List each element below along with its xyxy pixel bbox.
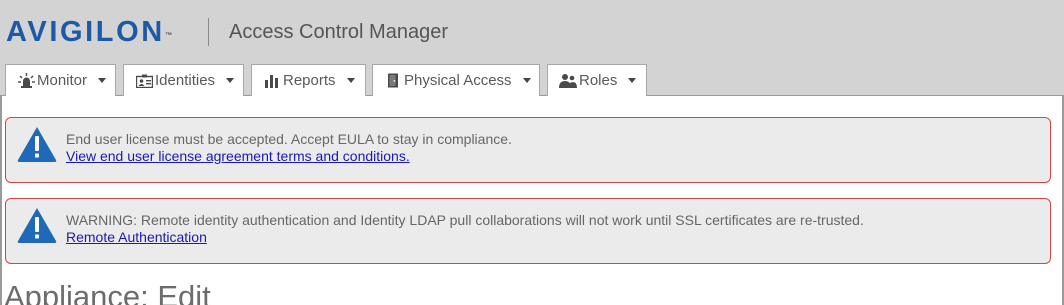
warning-triangle-icon <box>16 206 58 244</box>
eula-terms-link[interactable]: View end user license agreement terms an… <box>66 148 410 165</box>
chevron-down-icon <box>628 78 637 83</box>
nav-tab-roles[interactable]: Roles <box>547 64 647 96</box>
nav-tab-label: Identities <box>155 72 216 89</box>
alarm-light-icon <box>17 73 35 89</box>
warning-triangle-icon <box>16 125 58 163</box>
id-card-icon <box>135 73 153 89</box>
logo-text: AVIGILON <box>6 16 165 48</box>
chevron-down-icon <box>522 78 531 83</box>
page-title: Appliance: Edit <box>4 279 211 305</box>
chevron-down-icon <box>98 78 107 83</box>
eula-alert: End user license must be accepted. Accep… <box>5 117 1051 183</box>
nav-tab-label: Monitor <box>37 72 88 89</box>
nav-tab-monitor[interactable]: Monitor <box>5 64 116 96</box>
ssl-warning-alert: WARNING: Remote identity authentication … <box>5 198 1051 264</box>
chevron-down-icon <box>226 78 235 83</box>
alert-message: End user license must be accepted. Accep… <box>66 131 512 147</box>
nav-tab-reports[interactable]: Reports <box>251 64 366 96</box>
header-divider <box>208 18 209 46</box>
alert-message: WARNING: Remote identity authentication … <box>66 212 864 228</box>
nav-tab-label: Roles <box>579 72 618 89</box>
avigilon-logo[interactable]: AVIGILON™ <box>6 14 172 50</box>
app-title: Access Control Manager <box>229 21 448 43</box>
door-icon <box>384 73 402 89</box>
nav-tab-label: Reports <box>283 72 336 89</box>
users-icon <box>559 73 577 89</box>
content-border-left <box>0 96 2 305</box>
nav-tab-physical-access[interactable]: Physical Access <box>372 64 540 96</box>
chevron-down-icon <box>346 78 355 83</box>
nav-tab-identities[interactable]: Identities <box>123 64 244 96</box>
nav-tab-label: Physical Access <box>404 72 512 89</box>
remote-authentication-link[interactable]: Remote Authentication <box>66 229 207 246</box>
logo-trademark: ™ <box>164 32 172 39</box>
app-header: AVIGILON™ Access Control Manager Monitor <box>0 0 1064 96</box>
bar-chart-icon <box>263 73 281 89</box>
